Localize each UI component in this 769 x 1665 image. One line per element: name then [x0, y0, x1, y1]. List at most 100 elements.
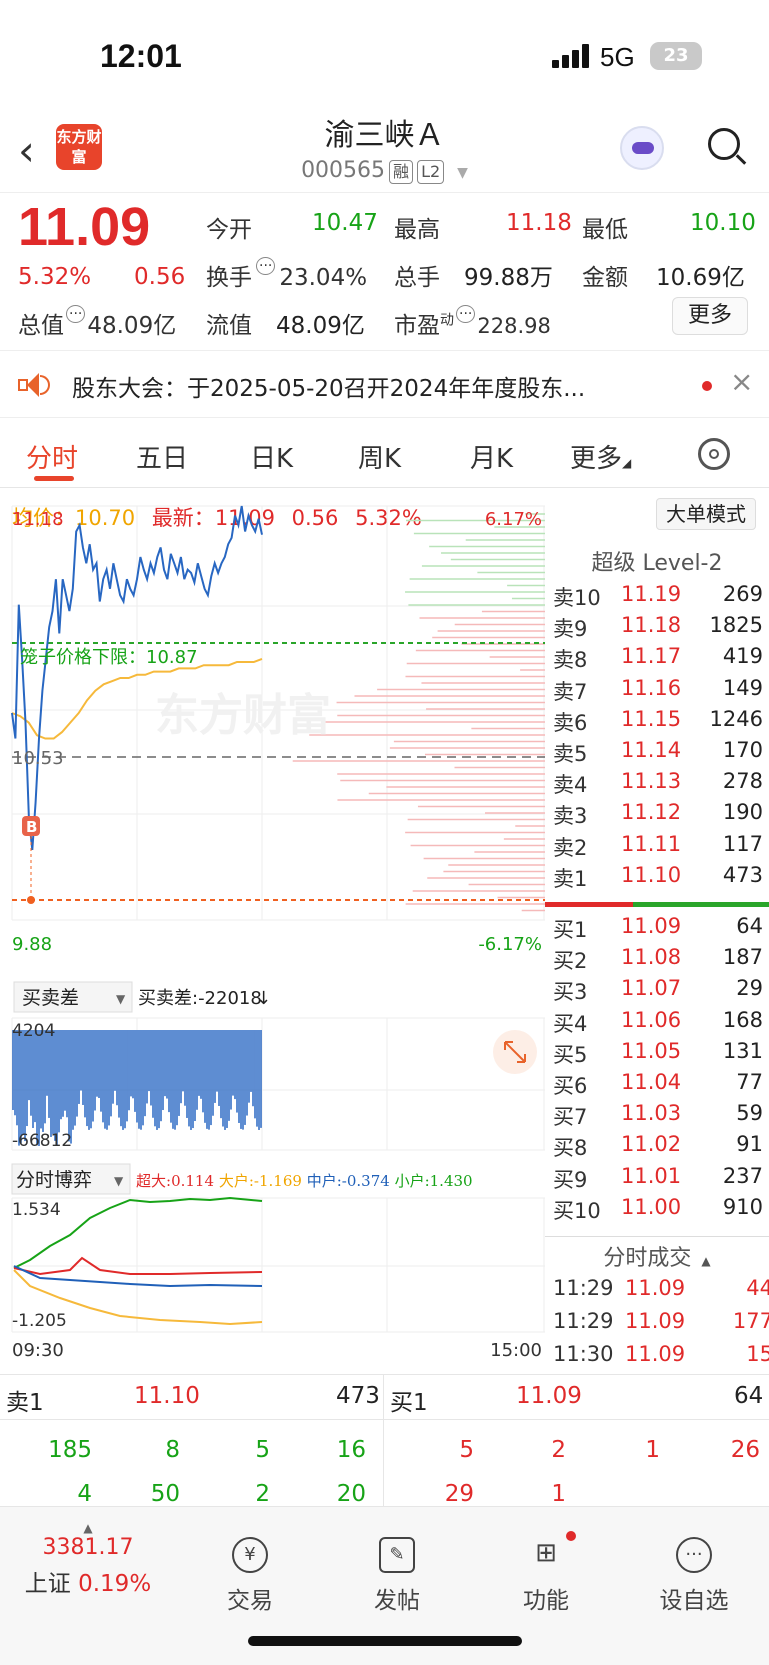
trade-time: 11:30: [553, 1342, 614, 1366]
level-price: 11.15: [621, 706, 682, 731]
trade-price: 11.09: [625, 1309, 686, 1333]
orderbook-row[interactable]: 卖6 11.15 1246: [553, 707, 769, 738]
level-volume: 117: [722, 831, 763, 856]
level-label: 买9: [553, 1167, 588, 1192]
level-label: 卖7: [553, 679, 588, 704]
orderbook-row[interactable]: 买8 11.02 91: [553, 1132, 769, 1163]
period-tabs: 分时 五日 日K 周K 月K 更多◢: [0, 420, 769, 488]
sub1-label: 买卖差:-22018: [138, 988, 262, 1009]
pct-bottom-label: -6.17%: [478, 934, 542, 955]
level-price: 11.04: [621, 1070, 682, 1094]
low-label: 最低: [582, 217, 628, 243]
float-label: 流值: [206, 313, 252, 339]
status-bar: 12:01 5G 23: [0, 0, 769, 110]
close-icon[interactable]: ×: [730, 365, 753, 398]
orderbook-row[interactable]: 买6 11.04 77: [553, 1070, 769, 1101]
battery-icon: 23: [650, 42, 702, 70]
tab-5day[interactable]: 五日: [136, 438, 188, 475]
search-icon[interactable]: [706, 126, 748, 168]
stock-code: 000565: [301, 158, 386, 183]
level-price: 11.07: [621, 976, 682, 1001]
level-volume: 149: [722, 675, 763, 700]
tab-weekly-k[interactable]: 周K: [358, 438, 401, 475]
info-icon[interactable]: ···: [456, 305, 476, 323]
level-price: 11.19: [621, 582, 682, 606]
buy-orderbook: 买1 11.09 64 买2 11.08 187 买3 11.07 29 买4 11.06 168 买5…: [553, 914, 763, 1224]
tab-intraday[interactable]: 分时: [26, 438, 78, 475]
nav-trade[interactable]: ¥ 交易: [190, 1537, 310, 1615]
y-top-label: 11.18: [12, 509, 64, 530]
intraday-chart[interactable]: 东方财富 11.18 9.88 10.53 6.17% -6.17% 笼子价格下…: [0, 490, 545, 1370]
sub1-selector-label: 买卖差: [22, 987, 79, 1009]
level-volume: 131: [722, 1038, 763, 1063]
level2-tag: L2: [417, 160, 445, 184]
trade-time: 11:29: [553, 1276, 614, 1300]
mktcap-value: 48.09亿: [87, 313, 177, 339]
orderbook-row[interactable]: 买7 11.03 59: [553, 1101, 769, 1132]
index-ticker[interactable]: ▲ 3381.17 上证 0.19%: [0, 1521, 176, 1598]
more-button[interactable]: 更多: [672, 297, 748, 335]
orderbook-row[interactable]: 卖1 11.10 473: [553, 863, 769, 894]
orderbook-row[interactable]: 卖9 11.18 1825: [553, 613, 769, 644]
margin-tag: 融: [389, 160, 414, 184]
buy-marker-label: B: [26, 818, 37, 836]
sub2-min: -1.205: [12, 1311, 67, 1331]
level-price: 11.12: [621, 800, 682, 825]
orderbook-row[interactable]: 买5 11.05 131: [553, 1039, 769, 1070]
orderbook-row[interactable]: 卖7 11.16 149: [553, 676, 769, 707]
trade-volume: 177: [732, 1309, 769, 1333]
orderbook-row[interactable]: 卖8 11.17 419: [553, 644, 769, 675]
sub2-legend: 超大:0.114 大户:-1.169 中户:-0.374 小户:1.430: [136, 1172, 473, 1190]
info-icon[interactable]: ···: [256, 257, 276, 275]
bid-ask-ratio-bar: [545, 902, 769, 907]
sell-orderbook: 卖10 11.19 269 卖9 11.18 1825 卖8 11.17 419 卖7 11.16 1…: [553, 582, 763, 892]
tab-daily-k[interactable]: 日K: [250, 438, 293, 475]
orderbook-row[interactable]: 卖4 11.13 278: [553, 769, 769, 800]
dropdown-icon[interactable]: ▼: [457, 165, 468, 181]
orderbook-row[interactable]: 卖10 11.19 269: [553, 582, 769, 613]
level-label: 卖1: [553, 866, 588, 891]
trade-time: 11:29: [553, 1309, 614, 1333]
orderbook-row[interactable]: 买10 11.00 910: [553, 1195, 769, 1226]
queue-order: 50: [150, 1481, 180, 1507]
unread-dot: [702, 381, 712, 391]
level-volume: 190: [722, 800, 763, 825]
robot-avatar-icon[interactable]: [620, 126, 664, 170]
home-indicator: [248, 1636, 522, 1646]
tab-monthly-k[interactable]: 月K: [470, 438, 513, 475]
nav-watchlist[interactable]: ··· 设自选: [634, 1537, 754, 1615]
order-queue: 卖1 11.10 473 买1 11.09 64 185 8 5 16 4 50 2 20 5 2…: [0, 1374, 769, 1507]
orderbook-row[interactable]: 卖3 11.12 190: [553, 800, 769, 831]
nav-post[interactable]: ✎ 发帖: [337, 1537, 457, 1615]
level-price: 11.02: [621, 1132, 682, 1157]
nav-functions-label: 功能: [523, 1588, 569, 1614]
big-order-mode-button[interactable]: 大单模式: [656, 498, 756, 530]
orderbook-row[interactable]: 买1 11.09 64: [553, 914, 769, 945]
orderbook-row[interactable]: 买2 11.08 187: [553, 945, 769, 976]
queue-order: 29: [444, 1481, 474, 1507]
trades-title[interactable]: 分时成交 ▲: [545, 1240, 769, 1272]
orderbook-row[interactable]: 卖2 11.11 117: [553, 832, 769, 863]
orderbook-row[interactable]: 买9 11.01 237: [553, 1164, 769, 1195]
level-volume: 237: [722, 1163, 763, 1188]
level-price: 11.00: [621, 1194, 682, 1219]
queue-order: 1: [645, 1437, 660, 1463]
orderbook-row[interactable]: 买4 11.06 168: [553, 1008, 769, 1039]
level-price: 11.08: [621, 945, 682, 970]
trade-row: 11:29 11.09 177: [553, 1309, 769, 1340]
orderbook-row[interactable]: 买3 11.07 29: [553, 976, 769, 1007]
info-icon[interactable]: ···: [66, 305, 86, 323]
current-price: 11.09: [18, 197, 151, 257]
queue-order: 185: [48, 1437, 92, 1463]
nav-functions[interactable]: ⊞ 功能: [486, 1531, 606, 1615]
tab-more[interactable]: 更多◢: [570, 438, 631, 475]
level-label: 卖9: [553, 617, 588, 642]
pct-top-label: 6.17%: [485, 509, 542, 530]
nav-watchlist-label: 设自选: [659, 1588, 729, 1614]
queue-order: 8: [165, 1437, 180, 1463]
level-price: 11.06: [621, 1007, 682, 1032]
settings-icon[interactable]: [698, 438, 730, 470]
orderbook-row[interactable]: 卖5 11.14 170: [553, 738, 769, 769]
queue-order: 2: [551, 1437, 566, 1463]
notice-bar[interactable]: 股东大会：于2025-05-20召开2024年年度股东... ×: [0, 350, 769, 418]
